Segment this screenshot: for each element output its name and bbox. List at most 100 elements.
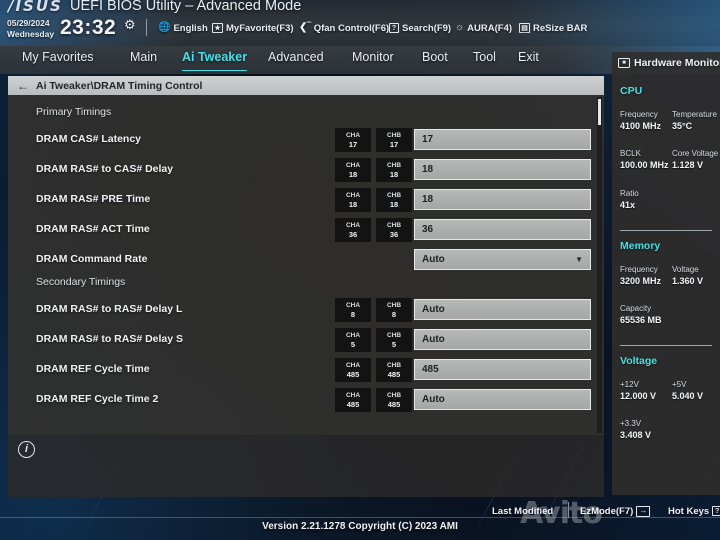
question-icon: ?: [389, 23, 399, 33]
info-icon[interactable]: i: [18, 441, 35, 458]
weekday-text: Wednesday: [7, 28, 55, 39]
tab-tool[interactable]: Tool: [473, 50, 496, 71]
scrollbar-track[interactable]: [597, 97, 602, 433]
date-display: 05/29/2024 Wednesday: [7, 18, 54, 39]
qfan-control-button[interactable]: ❮‾ Qfan Control(F6): [299, 20, 389, 36]
resize-bar-button[interactable]: ▤ ReSize BAR: [519, 20, 587, 36]
myfavorite-button[interactable]: ★ MyFavorite(F3): [212, 20, 294, 36]
channel-b-chip: CHB 36: [376, 218, 412, 242]
globe-icon: 🌐: [158, 22, 171, 33]
table-row[interactable]: DRAM REF Cycle Time CHA 485 CHB 485 485: [8, 357, 604, 383]
divider: [620, 230, 712, 231]
breadcrumb[interactable]: ← Ai Tweaker\DRAM Timing Control: [8, 76, 604, 95]
value-input[interactable]: Auto: [414, 329, 591, 350]
table-row[interactable]: DRAM RAS# to CAS# Delay CHA 18 CHB 18 18: [8, 157, 604, 183]
value-input[interactable]: 18: [414, 189, 591, 210]
channel-a-chip: CHA 485: [335, 358, 371, 382]
cpu-frequency: Frequency 4100 MHz: [620, 109, 661, 132]
section-header-primary: Primary Timings: [36, 106, 112, 118]
channel-b-name: CHB: [386, 221, 402, 229]
channel-b-name: CHB: [386, 301, 402, 309]
channel-a-value: 8: [350, 309, 356, 319]
channel-a-value: 17: [348, 139, 358, 149]
status-bar: Last Modified EzMode(F7) → Hot Keys ?: [0, 497, 720, 540]
resize-bar-icon: ▤: [519, 23, 530, 33]
tab-my-favorites[interactable]: My Favorites: [22, 50, 94, 71]
value-input[interactable]: 485: [414, 359, 591, 380]
channel-a-name: CHA: [345, 191, 361, 199]
value-input[interactable]: Auto: [414, 389, 591, 410]
channel-a-chip: CHA 18: [335, 158, 371, 182]
channel-a-name: CHA: [345, 361, 361, 369]
cpu-bclk-label: BCLK: [620, 149, 641, 158]
ezmode-label: EzMode(F7): [580, 505, 634, 517]
aura-button[interactable]: ☼ AURA(F4): [455, 20, 512, 36]
rail-3v3-value: 3.408 V: [620, 430, 652, 440]
memory-frequency-label: Frequency: [620, 265, 658, 274]
myfavorite-label: MyFavorite(F3): [226, 22, 294, 34]
scrollbar-thumb[interactable]: [598, 99, 601, 125]
cpu-bclk-value: 100.00 MHz: [620, 160, 669, 170]
channel-a-value: 36: [348, 229, 358, 239]
tab-monitor[interactable]: Monitor: [352, 50, 394, 71]
cpu-core-voltage-label: Core Voltage: [672, 149, 719, 158]
channel-b-chip: CHB 18: [376, 188, 412, 212]
search-button[interactable]: ? Search(F9): [389, 20, 451, 36]
channel-a-name: CHA: [345, 221, 361, 229]
channel-b-value: 5: [391, 339, 397, 349]
gear-icon[interactable]: ⚙: [124, 18, 137, 31]
memory-capacity-label: Capacity: [620, 304, 652, 313]
divider: [146, 19, 147, 36]
hardware-monitor-panel: ■ Hardware Monitor CPU Frequency 4100 MH…: [612, 52, 720, 495]
command-rate-select[interactable]: Auto ▼: [414, 249, 591, 270]
row-label: DRAM RAS# ACT Time: [36, 223, 150, 235]
value-input[interactable]: 36: [414, 219, 591, 240]
channel-a-value: 18: [348, 169, 358, 179]
table-row[interactable]: DRAM RAS# to RAS# Delay L CHA 8 CHB 8 Au…: [8, 297, 604, 323]
select-value: Auto: [422, 254, 445, 265]
value-input[interactable]: Auto: [414, 299, 591, 320]
channel-b-value: 18: [389, 169, 399, 179]
channel-a-value: 485: [346, 369, 360, 379]
memory-voltage-label: Voltage: [672, 265, 699, 274]
table-row[interactable]: DRAM CAS# Latency CHA 17 CHB 17 17: [8, 127, 604, 153]
channel-b-value: 17: [389, 139, 399, 149]
table-row[interactable]: DRAM RAS# to RAS# Delay S CHA 5 CHB 5 Au…: [8, 327, 604, 353]
channel-b-chip: CHB 485: [376, 358, 412, 382]
tab-ai-tweaker[interactable]: Ai Tweaker: [182, 50, 248, 71]
tab-main[interactable]: Main: [130, 50, 157, 71]
row-label: DRAM RAS# to RAS# Delay S: [36, 333, 184, 345]
memory-voltage-value: 1.360 V: [672, 276, 704, 286]
table-row[interactable]: DRAM RAS# PRE Time CHA 18 CHB 18 18: [8, 187, 604, 213]
row-label: DRAM RAS# PRE Time: [36, 193, 151, 205]
cpu-core-voltage-value: 1.128 V: [672, 160, 704, 170]
value-input[interactable]: 17: [414, 129, 591, 150]
question-icon: ?: [712, 506, 720, 516]
value-input[interactable]: 18: [414, 159, 591, 180]
monitor-icon: ■: [618, 58, 630, 68]
chevron-down-icon: ▼: [575, 255, 583, 264]
channel-a-value: 5: [350, 339, 356, 349]
channel-a-name: CHA: [345, 131, 361, 139]
row-label: DRAM REF Cycle Time: [36, 363, 150, 375]
memory-capacity-value: 65536 MB: [620, 315, 662, 325]
channel-a-chip: CHA 485: [335, 388, 371, 412]
divider: [568, 502, 569, 518]
tab-exit[interactable]: Exit: [518, 50, 539, 71]
table-row[interactable]: DRAM RAS# ACT Time CHA 36 CHB 36 36: [8, 217, 604, 243]
fan-icon: ❮‾: [299, 22, 311, 33]
arrow-left-icon[interactable]: ←: [17, 80, 29, 92]
rail-5v-value: 5.040 V: [672, 391, 704, 401]
table-row[interactable]: DRAM REF Cycle Time 2 CHA 485 CHB 485 Au…: [8, 387, 604, 413]
rail-5v-label: +5V: [672, 380, 687, 389]
tab-boot[interactable]: Boot: [422, 50, 448, 71]
channel-a-name: CHA: [345, 331, 361, 339]
tab-advanced[interactable]: Advanced: [268, 50, 324, 71]
table-row[interactable]: DRAM Command Rate Auto ▼: [8, 247, 604, 273]
bios-version: Version 2.21.1278 Copyright (C) 2023 AMI: [262, 521, 458, 532]
language-button[interactable]: 🌐 English: [158, 20, 208, 36]
clock-display: 23:32: [60, 16, 117, 39]
qfan-label: Qfan Control(F6): [313, 22, 390, 34]
search-label: Search(F9): [402, 22, 452, 34]
cpu-core-voltage: Core Voltage 1.128 V: [672, 148, 718, 171]
